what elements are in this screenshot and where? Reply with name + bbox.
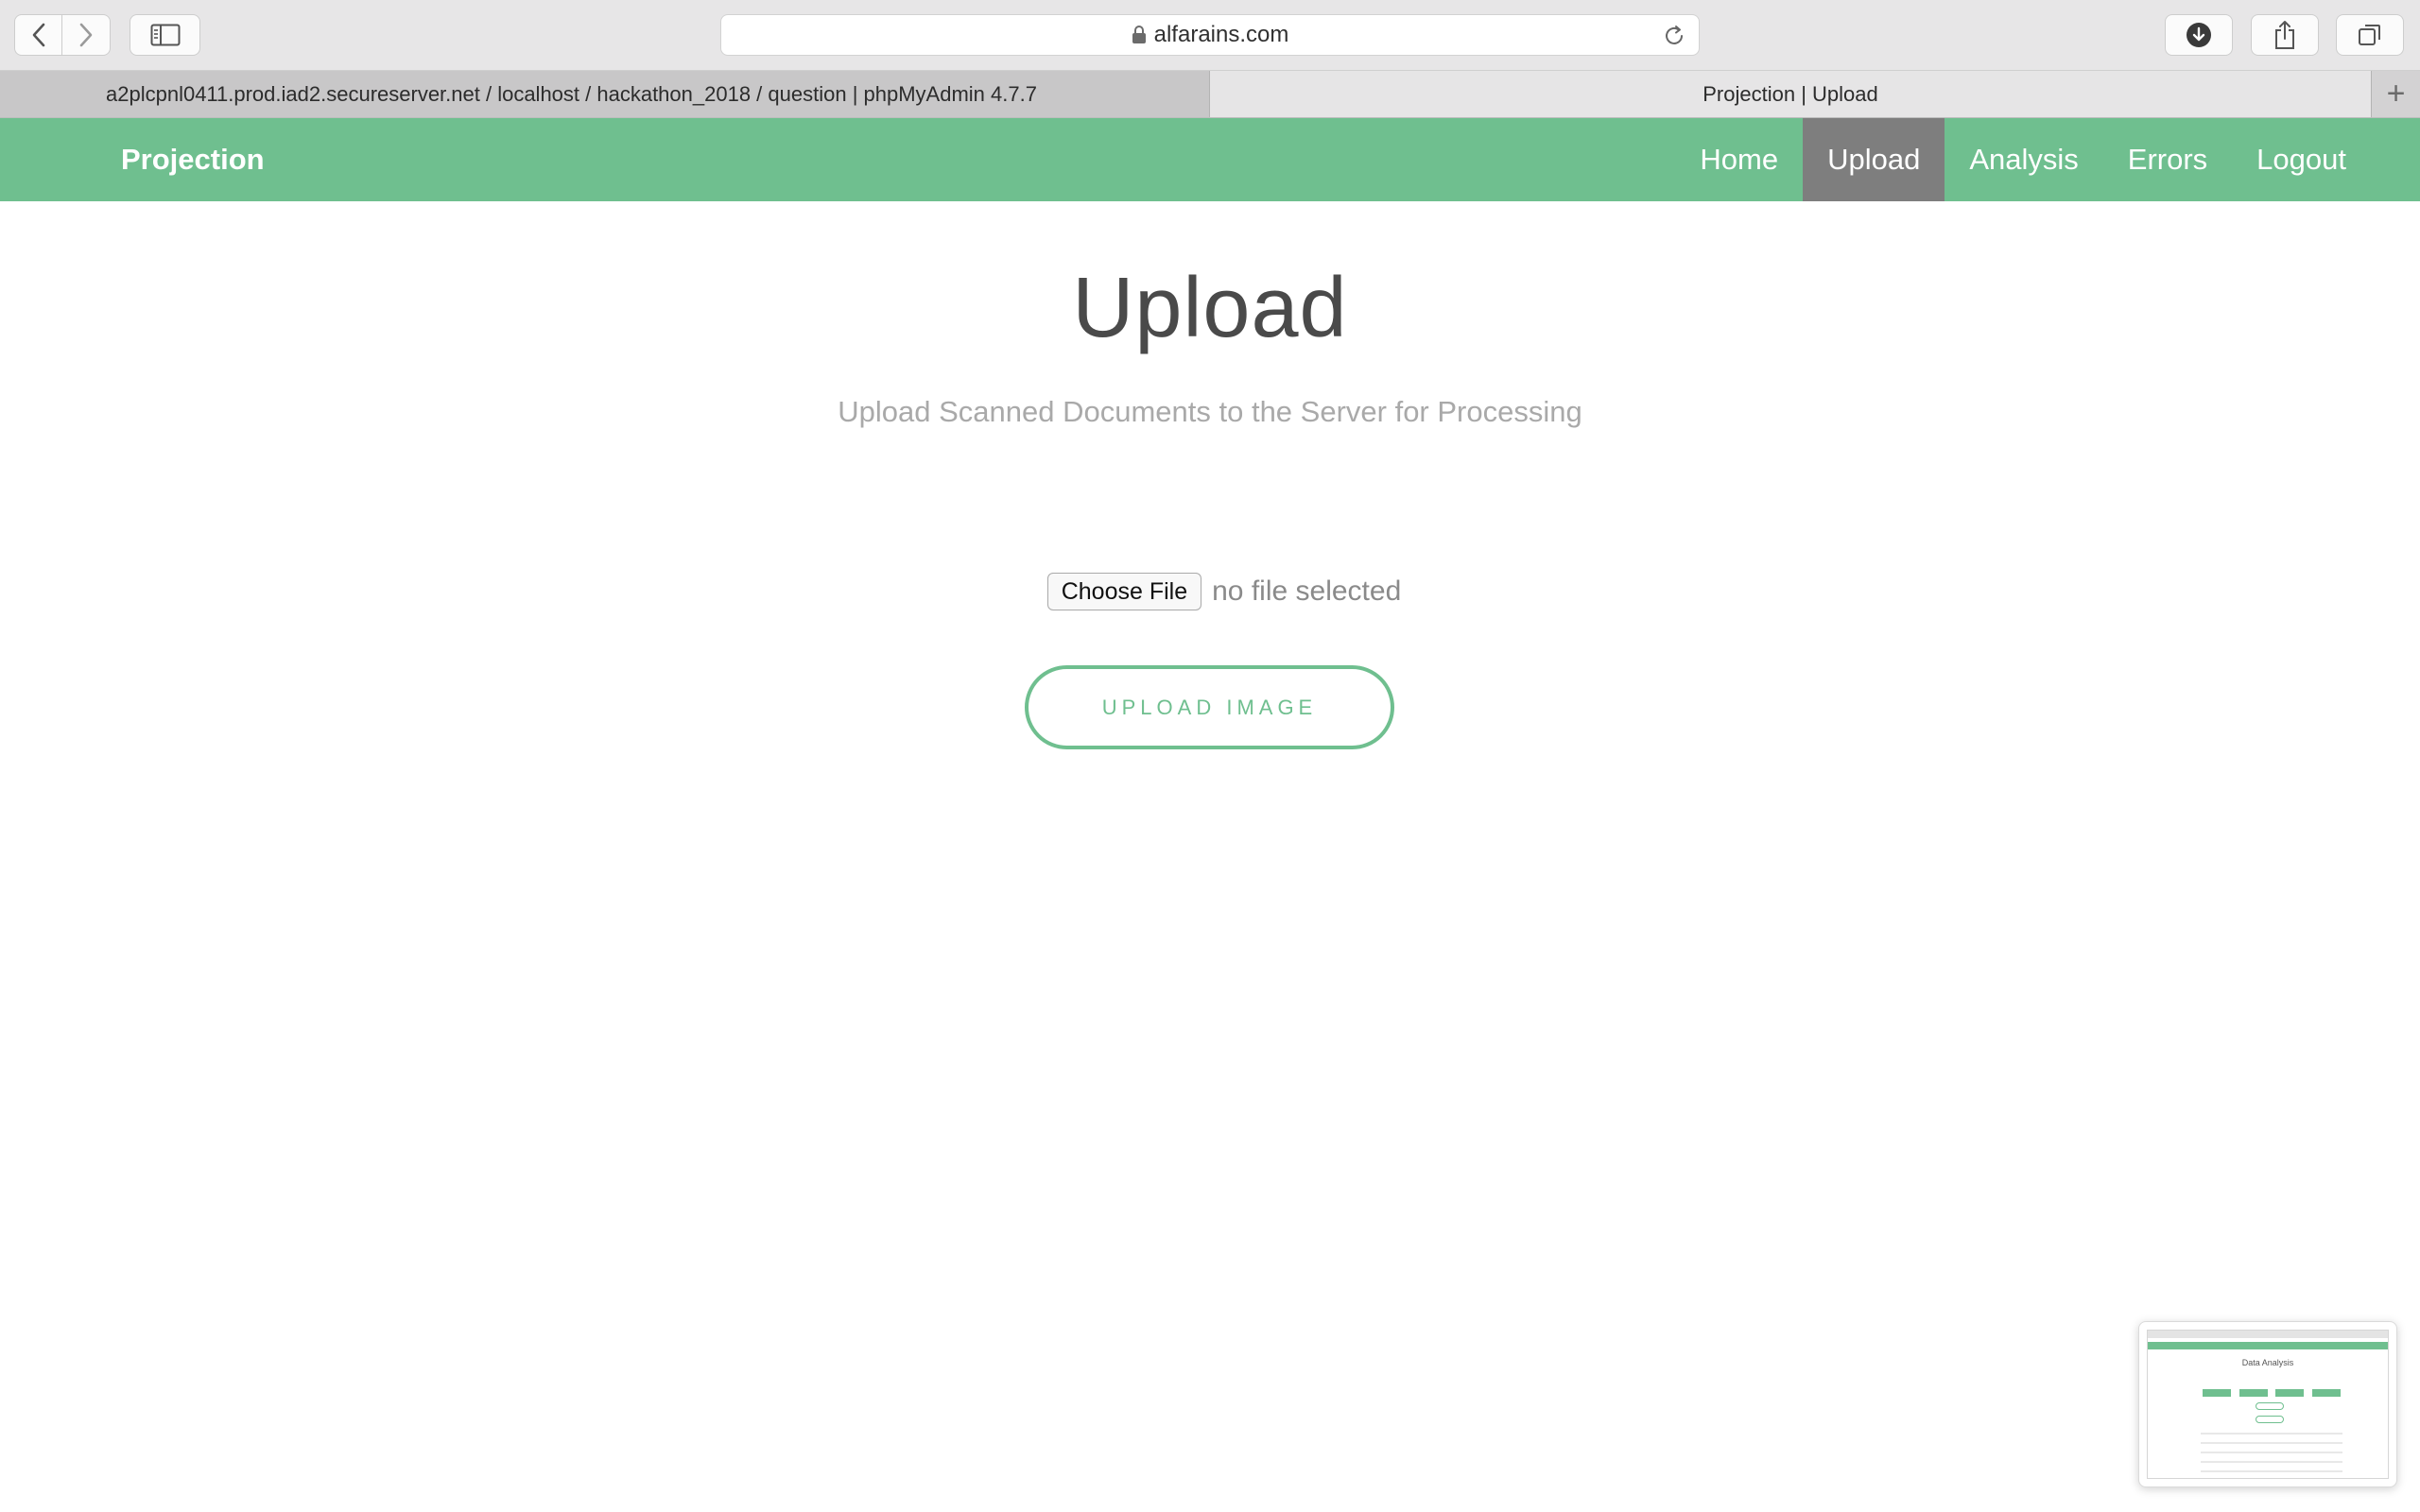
thumbnail-button <box>2203 1389 2231 1397</box>
page-subtitle: Upload Scanned Documents to the Server f… <box>838 395 1582 428</box>
thumbnail-button <box>2311 1389 2341 1397</box>
back-button[interactable] <box>14 14 62 56</box>
page-title: Upload <box>1072 261 1348 355</box>
share-button[interactable] <box>2251 14 2319 56</box>
tab-label: Projection | Upload <box>1703 81 1878 106</box>
thumbnail-button <box>2275 1389 2305 1397</box>
screenshot-thumbnail[interactable]: Data Analysis <box>2138 1321 2397 1487</box>
nav-errors[interactable]: Errors <box>2103 118 2232 201</box>
tab-strip: a2plcpnl0411.prod.iad2.secureserver.net … <box>0 71 2420 118</box>
history-nav <box>14 14 112 56</box>
nav-logout[interactable]: Logout <box>2232 118 2371 201</box>
tab-overview-button[interactable] <box>2336 14 2404 56</box>
nav-links: Home Upload Analysis Errors Logout <box>1675 118 2371 201</box>
chevron-right-icon <box>79 23 93 47</box>
thumbnail-row <box>2201 1442 2342 1444</box>
tab-label: a2plcpnl0411.prod.iad2.secureserver.net … <box>106 81 1037 106</box>
thumbnail-row <box>2201 1461 2342 1463</box>
nav-upload[interactable]: Upload <box>1803 118 1945 201</box>
thumbnail-navbar <box>2148 1342 2388 1349</box>
plus-icon: + <box>2386 76 2406 112</box>
nav-home[interactable]: Home <box>1675 118 1803 201</box>
thumbnail-buttons <box>2203 1389 2341 1397</box>
download-icon <box>2187 23 2211 47</box>
address-bar[interactable]: alfarains.com <box>720 14 1700 56</box>
tab-phpmyadmin[interactable]: a2plcpnl0411.prod.iad2.secureserver.net … <box>0 71 1210 117</box>
sidebar-icon <box>150 24 180 46</box>
thumbnail-pill <box>2256 1416 2284 1423</box>
new-tab-button[interactable]: + <box>2371 71 2420 117</box>
lock-icon <box>1132 26 1146 43</box>
tabs-icon <box>2359 25 2380 45</box>
site-navbar: Projection Home Upload Analysis Errors L… <box>0 118 2420 201</box>
nav-analysis[interactable]: Analysis <box>1945 118 2102 201</box>
upload-image-button[interactable]: UPLOAD IMAGE <box>1025 665 1394 749</box>
thumbnail-page: Data Analysis <box>2147 1330 2389 1479</box>
file-input-row: Choose File no file selected <box>0 573 2420 610</box>
choose-file-button[interactable]: Choose File <box>1046 573 1202 610</box>
thumbnail-button <box>2238 1389 2268 1397</box>
thumbnail-pill <box>2256 1402 2284 1410</box>
thumbnail-toolbar <box>2148 1331 2388 1338</box>
file-input: Choose File no file selected <box>1046 573 1402 610</box>
thumbnail-row <box>2201 1452 2342 1453</box>
browser-toolbar: alfarains.com <box>0 0 2420 71</box>
chevron-left-icon <box>32 23 44 47</box>
share-icon <box>2275 21 2294 49</box>
thumbnail-row <box>2201 1433 2342 1435</box>
url-text: alfarains.com <box>1153 22 1289 47</box>
brand-link[interactable]: Projection <box>121 118 265 201</box>
downloads-button[interactable] <box>2165 14 2233 56</box>
forward-button[interactable] <box>62 14 111 56</box>
file-status: no file selected <box>1212 576 1402 607</box>
reload-icon[interactable] <box>1663 25 1685 47</box>
tab-projection-upload[interactable]: Projection | Upload <box>1210 71 2371 117</box>
sidebar-toggle-button[interactable] <box>130 14 200 56</box>
thumbnail-title: Data Analysis <box>2241 1358 2294 1367</box>
thumbnail-row <box>2201 1470 2342 1472</box>
